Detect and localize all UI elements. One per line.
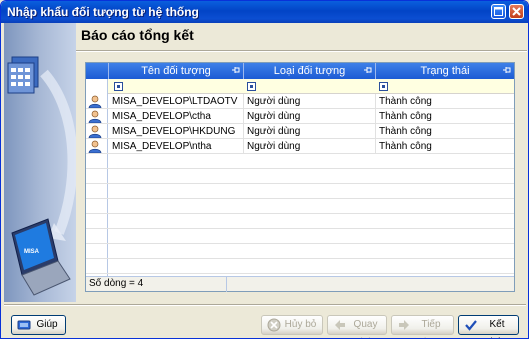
column-header-type[interactable]: Loại đối tượng xyxy=(244,63,376,79)
empty-row xyxy=(86,244,514,259)
column-header-label: Trạng thái xyxy=(420,65,470,77)
type-cell: Người dùng xyxy=(244,94,376,109)
footer-divider xyxy=(4,304,526,306)
back-button[interactable]: Quay lại xyxy=(327,315,387,338)
page-title: Báo cáo tổng kết xyxy=(81,27,194,43)
empty-row xyxy=(86,229,514,244)
finish-button[interactable]: Kết thúc xyxy=(458,315,519,338)
status-divider xyxy=(226,277,227,292)
table-row[interactable]: MISA_DEVELOP\ctha Người dùng Thành công xyxy=(86,109,514,124)
column-header-label: Tên đối tượng xyxy=(141,65,211,77)
cancel-button[interactable]: Hủy bỏ xyxy=(261,315,323,335)
empty-row xyxy=(86,199,514,214)
pin-icon[interactable] xyxy=(503,66,511,74)
filter-row xyxy=(86,79,514,94)
empty-row xyxy=(86,184,514,199)
empty-row xyxy=(86,214,514,229)
maximize-icon xyxy=(494,7,503,16)
header-divider xyxy=(76,50,527,52)
status-cell: Thành công xyxy=(379,141,432,152)
column-header-label: Loại đối tượng xyxy=(273,65,346,77)
table-row[interactable]: MISA_DEVELOP\ntha Người dùng Thành công xyxy=(86,139,514,154)
name-cell: MISA_DEVELOP\ctha xyxy=(109,109,244,124)
next-button[interactable]: Tiếp theo xyxy=(391,315,454,338)
wizard-side-graphic: MISA xyxy=(4,23,78,302)
maximize-button[interactable] xyxy=(491,4,506,19)
help-icon xyxy=(17,320,31,330)
back-label: Quay lại xyxy=(353,319,378,338)
spreadsheet-icon xyxy=(7,56,39,94)
user-icon xyxy=(88,95,102,108)
title-bar[interactable]: Nhập khẩu đối tượng từ hệ thống xyxy=(1,1,528,23)
close-icon xyxy=(512,7,521,16)
column-header-name[interactable]: Tên đối tượng xyxy=(109,63,244,79)
status-cell: Thành công xyxy=(379,126,432,137)
user-icon xyxy=(88,125,102,138)
type-cell: Người dùng xyxy=(244,109,376,124)
grid-header: Tên đối tượng Loại đối tượng Trạng thái xyxy=(86,63,514,79)
empty-row xyxy=(86,169,514,184)
close-button[interactable] xyxy=(509,4,524,19)
pin-icon[interactable] xyxy=(364,66,372,74)
name-cell: MISA_DEVELOP\HKDUNG xyxy=(109,124,244,139)
indicator-header xyxy=(86,63,109,79)
arrow-left-icon xyxy=(335,320,345,330)
brand-logo: MISA xyxy=(24,249,40,255)
empty-row xyxy=(86,259,514,274)
check-icon xyxy=(465,320,477,331)
type-cell: Người dùng xyxy=(244,139,376,154)
type-cell: Người dùng xyxy=(244,124,376,139)
cancel-label: Hủy bỏ xyxy=(284,319,317,330)
import-wizard-window: Nhập khẩu đối tượng từ hệ thống MISA Báo… xyxy=(0,0,529,339)
help-button[interactable]: Giúp xyxy=(11,315,66,335)
window-title: Nhập khẩu đối tượng từ hệ thống xyxy=(7,5,199,19)
status-cell: Thành công xyxy=(379,111,432,122)
status-cell: Thành công xyxy=(379,96,432,107)
import-illustration: MISA xyxy=(7,56,78,296)
arrow-right-icon xyxy=(399,320,409,330)
user-icon xyxy=(88,140,102,153)
result-grid[interactable]: Tên đối tượng Loại đối tượng Trạng thái … xyxy=(85,62,515,292)
name-cell: MISA_DEVELOP\ntha xyxy=(109,139,244,154)
user-icon xyxy=(88,110,102,123)
grid-status-bar: Số dòng = 4 xyxy=(86,276,514,292)
table-row[interactable]: MISA_DEVELOP\LTDAOTV Người dùng Thành cô… xyxy=(86,94,514,109)
pin-icon[interactable] xyxy=(232,66,240,74)
filter-type-cell[interactable] xyxy=(247,82,256,91)
empty-row xyxy=(86,154,514,169)
finish-label: Kết thúc xyxy=(488,319,507,338)
row-count: Số dòng = 4 xyxy=(89,278,144,289)
table-row[interactable]: MISA_DEVELOP\HKDUNG Người dùng Thành côn… xyxy=(86,124,514,139)
filter-name-cell[interactable] xyxy=(114,82,123,91)
next-label: Tiếp theo xyxy=(421,319,441,338)
name-cell: MISA_DEVELOP\LTDAOTV xyxy=(109,94,244,109)
cancel-icon xyxy=(267,318,281,332)
column-header-status[interactable]: Trạng thái xyxy=(376,63,514,79)
help-label: Giúp xyxy=(36,319,58,330)
filter-status-cell[interactable] xyxy=(379,82,388,91)
